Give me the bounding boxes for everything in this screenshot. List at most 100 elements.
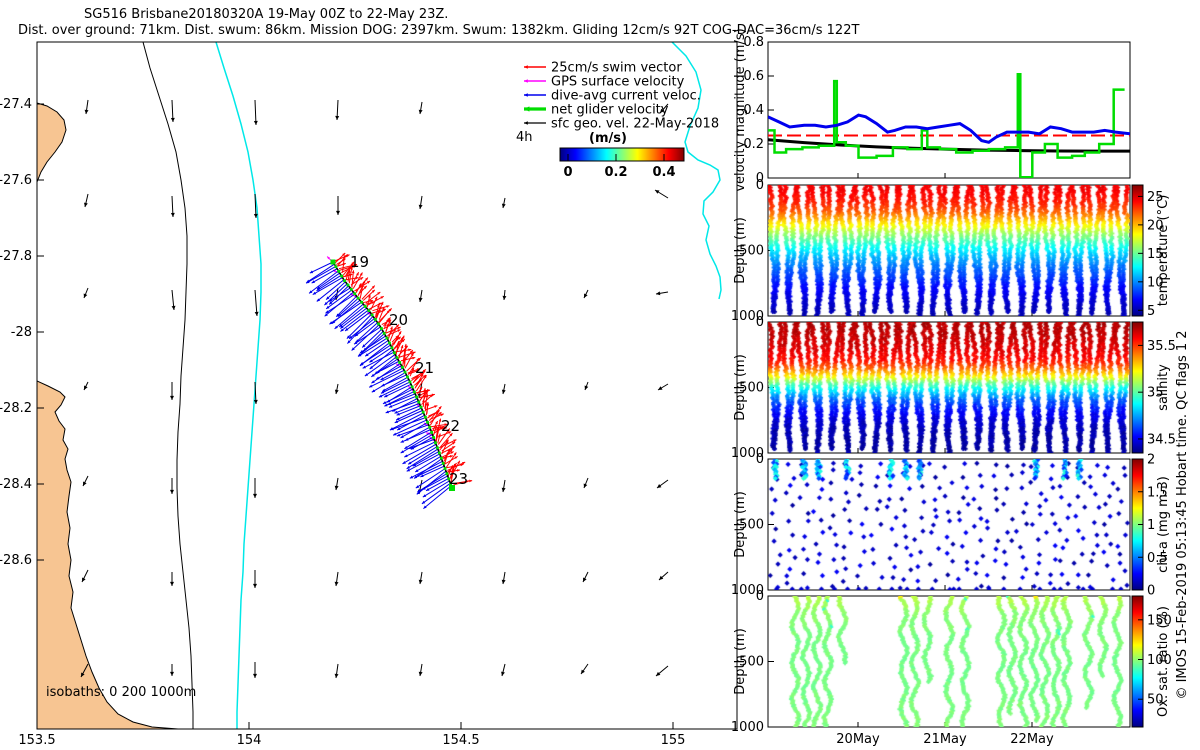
net-glider-velocity-mark bbox=[343, 279, 346, 282]
net-glider-velocity-mark bbox=[388, 342, 391, 345]
net-glider-velocity-mark bbox=[396, 356, 399, 359]
colorbar-unit-label: chl-a (mg m-3) bbox=[1156, 476, 1171, 573]
geostrophic-velocity-arrow bbox=[170, 572, 174, 586]
map-y-tick-label: -27.8 bbox=[0, 249, 32, 264]
geostrophic-velocity-arrow bbox=[82, 570, 88, 582]
geostrophic-velocity-arrow bbox=[83, 476, 88, 486]
dive-avg-current-arrow bbox=[364, 331, 384, 350]
oxygen-scatter-canvas bbox=[768, 596, 1130, 727]
geostrophic-velocity-arrow bbox=[84, 288, 88, 298]
geostrophic-velocity-arrow bbox=[502, 572, 506, 584]
net-glider-velocity-mark bbox=[420, 406, 423, 409]
dive-avg-current-arrow bbox=[416, 464, 443, 477]
legend-item-label: sfc geo. vel. 22-May-2018 bbox=[551, 117, 719, 132]
geostrophic-velocity-arrow bbox=[502, 198, 506, 208]
dive-avg-current-arrow bbox=[423, 481, 450, 497]
isobath-200m bbox=[143, 42, 193, 729]
panel-y-axis-label: Depth (m) bbox=[733, 354, 748, 421]
geostrophic-velocity-arrow bbox=[584, 478, 588, 488]
net-glider-velocity-mark bbox=[367, 309, 370, 312]
panel-y-axis-label: Depth (m) bbox=[733, 217, 748, 284]
legend-colorbar-tick-label: 0 bbox=[563, 165, 572, 180]
panel-y-axis-label: Depth (m) bbox=[733, 628, 748, 695]
geostrophic-velocity-arrow bbox=[335, 384, 339, 394]
geostrophic-velocity-arrow bbox=[419, 664, 423, 676]
map-legend: 25cm/s swim vectorGPS surface velocitydi… bbox=[516, 61, 719, 181]
net-glider-velocity-mark bbox=[438, 452, 441, 455]
net-glider-velocity-mark bbox=[383, 332, 386, 335]
net-glider-velocity-mark bbox=[415, 396, 418, 399]
geostrophic-velocity-arrow bbox=[658, 384, 668, 390]
dive-number-label: 22 bbox=[441, 417, 460, 435]
net-glider-velocity-mark bbox=[371, 314, 374, 317]
geostrophic-velocity-arrow bbox=[84, 194, 88, 207]
panel-y-axis-label: Depth (m) bbox=[733, 491, 748, 558]
geostrophic-velocity-arrow bbox=[502, 480, 506, 492]
geostrophic-velocity-arrow bbox=[85, 100, 89, 114]
net-glider-velocity-mark bbox=[334, 265, 337, 268]
net-glider-velocity-mark bbox=[401, 366, 404, 369]
net-glider-velocity-mark bbox=[409, 381, 412, 384]
colorbar-tick-label: 1 bbox=[1147, 518, 1155, 533]
velocity-panel: 00.20.40.60.8velocity magnitude (m/s) bbox=[733, 28, 1130, 191]
legend-colorbar bbox=[560, 148, 684, 161]
geostrophic-velocity-arrow bbox=[335, 478, 339, 490]
swim-vector-arrow bbox=[396, 341, 400, 355]
legend-arrow bbox=[524, 65, 546, 69]
net-glider-velocity-mark bbox=[404, 371, 407, 374]
dive-number-label: 20 bbox=[389, 311, 408, 329]
net-glider-velocity-mark bbox=[393, 351, 396, 354]
net-glider-velocity-mark bbox=[364, 305, 367, 308]
net-glider-velocity-mark bbox=[432, 436, 435, 439]
legend-duration-note: 4h bbox=[516, 130, 533, 145]
geostrophic-velocity-arrow bbox=[585, 382, 589, 390]
geostrophic-velocity-arrow bbox=[503, 290, 507, 300]
panel-border bbox=[768, 42, 1130, 178]
geostrophic-velocity-arrow bbox=[335, 100, 339, 120]
net-glider-velocity-mark bbox=[445, 472, 448, 475]
net-glider-velocity-mark bbox=[436, 446, 439, 449]
legend-arrow bbox=[524, 106, 546, 111]
dive-number-label: 19 bbox=[350, 253, 369, 271]
geostrophic-velocity-arrow bbox=[657, 480, 668, 488]
legend-arrow bbox=[524, 121, 546, 125]
dive-number-label: 21 bbox=[415, 359, 434, 377]
imos-credit: © IMOS 15-Feb-2019 05:13:45 Hobart time.… bbox=[1175, 330, 1190, 699]
net-glider-velocity-mark bbox=[422, 411, 425, 414]
net-glider-velocity-mark bbox=[413, 391, 416, 394]
legend-colorbar-tick-label: 0.4 bbox=[652, 165, 675, 180]
net-glider-velocity-mark bbox=[374, 318, 377, 321]
geostrophic-velocity-arrow bbox=[501, 664, 505, 676]
map-x-tick-label: 155 bbox=[661, 733, 686, 748]
net-glider-velocity-mark bbox=[440, 457, 443, 460]
map-y-tick-label: -28 bbox=[11, 325, 32, 340]
net-glider-velocity-mark bbox=[357, 297, 360, 300]
legend-item-label: GPS surface velocity bbox=[551, 75, 685, 90]
chlorophyll-scatter-canvas bbox=[768, 459, 1130, 590]
net-glider-velocity-mark bbox=[442, 462, 445, 465]
net-glider-velocity-mark bbox=[426, 421, 429, 424]
geostrophic-velocity-arrow bbox=[655, 190, 668, 198]
geostrophic-velocity-arrow bbox=[253, 478, 257, 498]
geostrophic-velocity-arrow bbox=[656, 666, 668, 676]
legend-item-label: dive-avg current veloc. bbox=[551, 89, 701, 104]
legend-arrow bbox=[524, 93, 546, 97]
net-glider-velocity-mark bbox=[411, 386, 414, 389]
velocity-series bbox=[768, 74, 1130, 177]
geostrophic-velocity-arrow bbox=[419, 290, 423, 302]
net-glider-velocity-mark bbox=[391, 347, 394, 350]
map-x-tick-label: 154.5 bbox=[442, 733, 479, 748]
net-glider-velocity-mark bbox=[347, 284, 350, 287]
map-y-tick-label: -28.6 bbox=[0, 553, 32, 568]
net-glider-velocity-mark bbox=[428, 426, 431, 429]
map-axes-box bbox=[37, 42, 737, 729]
legend-item-label: 25cm/s swim vector bbox=[551, 61, 682, 76]
map-x-tick-label: 153.5 bbox=[18, 733, 55, 748]
salinity-colorbar bbox=[1132, 322, 1143, 453]
dive-avg-current-arrow bbox=[401, 435, 433, 454]
geostrophic-velocity-arrow bbox=[419, 572, 423, 584]
colorbar-tick-label: 0 bbox=[1147, 584, 1155, 599]
net-glider-velocity-mark bbox=[353, 292, 356, 295]
colorbar-unit-label: temperature (°C) bbox=[1156, 195, 1171, 307]
geostrophic-velocity-arrow bbox=[659, 572, 668, 580]
